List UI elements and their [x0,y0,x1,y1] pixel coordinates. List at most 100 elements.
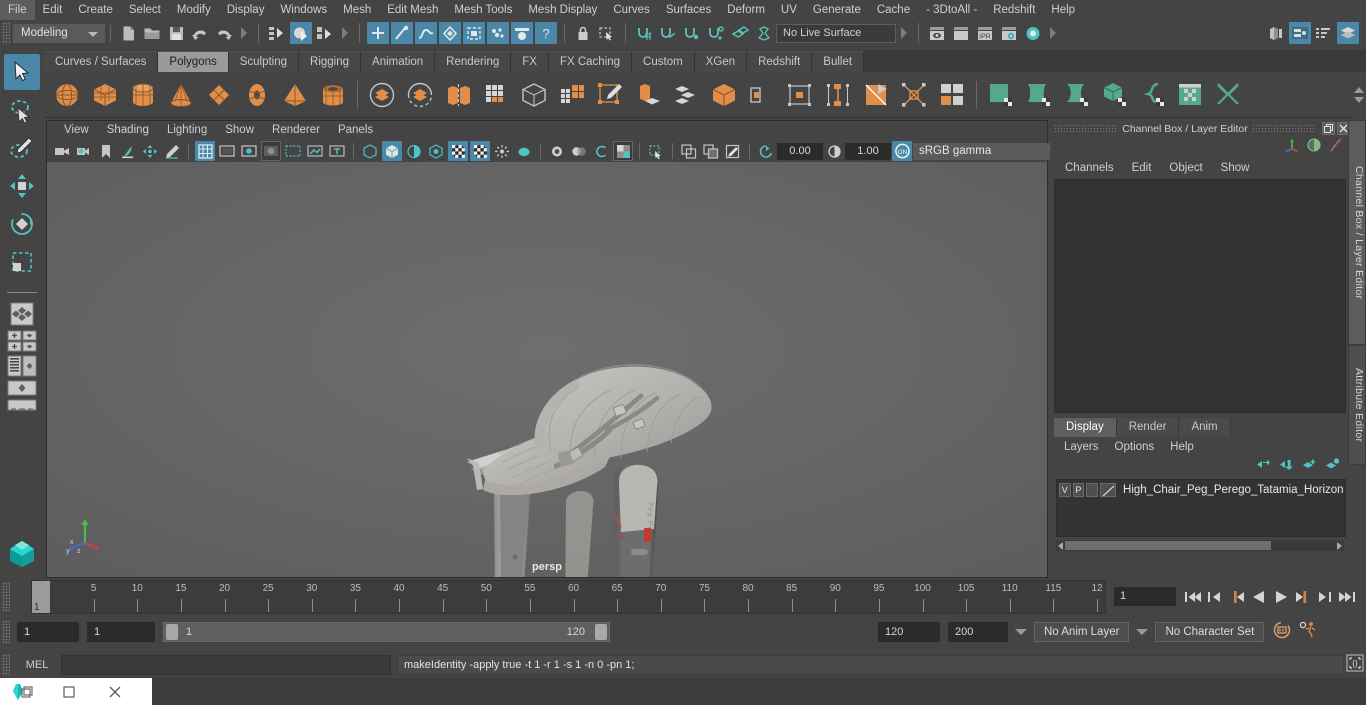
poly-pyramid-icon[interactable] [278,78,312,112]
marquee-select-icon[interactable] [596,22,618,44]
cmdline-grip[interactable] [2,654,10,676]
select-camera-icon[interactable] [52,141,72,161]
playback-options-icon[interactable] [1015,629,1027,635]
restore-icon[interactable] [1322,122,1335,135]
menu-3dtoall[interactable]: - 3DtoAll - [918,0,985,20]
close-window-icon[interactable] [92,678,138,705]
layer-visibility-toggle[interactable]: V [1059,483,1071,497]
shelf-tab-polygons[interactable]: Polygons [158,51,229,72]
select-misc-icon[interactable]: ? [535,22,557,44]
select-curve-icon[interactable] [415,22,437,44]
layer-name[interactable]: High_Chair_Peg_Perego_Tatamia_Horizonta [1118,484,1343,496]
go-to-start-icon[interactable] [1182,580,1204,614]
menu-file[interactable]: File [0,0,35,20]
manipulator-icon[interactable] [1284,137,1300,158]
statusline-expander-4[interactable] [1050,27,1056,39]
menu-redshift[interactable]: Redshift [985,0,1043,20]
statusline-grip[interactable] [2,22,10,44]
scroll-right-icon[interactable] [1337,541,1342,550]
select-surface-icon[interactable] [439,22,461,44]
step-back-key-icon[interactable] [1204,580,1226,614]
maya-app-icon[interactable] [0,678,46,705]
minimize-window-icon[interactable] [46,678,92,705]
rangeslider-grip[interactable] [2,620,10,644]
poly-sphere-icon[interactable] [50,78,84,112]
tab-render[interactable]: Render [1116,418,1180,437]
range-end-time-field[interactable]: 120 [878,622,940,642]
snap-grid-icon[interactable] [633,22,655,44]
viewport-menu-show[interactable]: Show [216,121,263,140]
select-by-hierarchy-icon[interactable] [266,22,288,44]
uv-automatic-icon[interactable] [1098,78,1132,112]
3d-viewport[interactable]: Peg Perego x z y persp [47,162,1047,577]
grid-icon[interactable] [195,141,215,161]
go-to-end-icon[interactable] [1336,580,1358,614]
tool-settings-icon[interactable] [1337,22,1359,44]
scale-tool-icon[interactable] [4,244,40,280]
shelf-tab-redshift[interactable]: Redshift [747,51,813,72]
menu-generate[interactable]: Generate [805,0,869,20]
step-forward-frame-icon[interactable] [1292,580,1314,614]
play-backwards-icon[interactable] [1248,580,1270,614]
animation-preferences-icon[interactable] [1298,620,1318,645]
depth-of-field-icon[interactable] [547,141,567,161]
new-layer-from-selected-icon[interactable] [1325,458,1340,476]
shelf-tab-bullet[interactable]: Bullet [812,51,865,72]
statusline-expander-2[interactable] [342,27,348,39]
poly-bridge-icon[interactable] [745,78,779,112]
extrude-icon[interactable] [631,78,665,112]
snap-projected-icon[interactable] [705,22,727,44]
poly-cone-icon[interactable] [164,78,198,112]
snap-curve-icon[interactable] [657,22,679,44]
statusline-expander-1[interactable] [241,27,247,39]
image-plane-icon[interactable] [118,141,138,161]
range-bar[interactable]: 1 120 [163,622,610,642]
layers-menu[interactable]: Layers [1056,441,1107,453]
shade-flat-icon[interactable] [404,141,424,161]
bevel-icon[interactable] [669,78,703,112]
film-gate-icon[interactable] [217,141,237,161]
snap-view-plane-icon[interactable] [729,22,751,44]
move-layer-up-icon[interactable] [1256,458,1271,476]
new-layer-icon[interactable] [1302,458,1317,476]
menu-modify[interactable]: Modify [169,0,219,20]
resolution-gate-icon[interactable] [239,141,259,161]
attribute-editor-icon[interactable] [1313,22,1335,44]
tab-anim[interactable]: Anim [1179,418,1231,437]
grease-pencil-icon[interactable] [162,141,182,161]
save-scene-icon[interactable] [165,22,187,44]
layer-shading-toggle[interactable] [1086,483,1098,497]
move-layer-down-icon[interactable] [1279,458,1294,476]
isolate-select-icon[interactable] [646,141,666,161]
select-point-icon[interactable] [391,22,413,44]
xray-active-components-icon[interactable] [613,141,633,161]
shelf-tab-xgen[interactable]: XGen [694,51,748,72]
boolean-union-icon[interactable] [365,78,399,112]
sidetab-attribute-editor[interactable]: Attribute Editor [1348,345,1366,465]
smooth-wireframe-icon[interactable] [701,141,721,161]
new-scene-icon[interactable] [117,22,139,44]
menu-edit[interactable]: Edit [35,0,71,20]
append-polygon-icon[interactable] [783,78,817,112]
step-back-frame-icon[interactable] [1226,580,1248,614]
half-circle-icon[interactable] [1306,137,1322,158]
poly-cube-icon[interactable] [88,78,122,112]
select-rendering-icon[interactable] [511,22,533,44]
shadows-icon[interactable] [448,141,468,161]
bookmark-icon[interactable] [96,141,116,161]
toggle-texture-icon[interactable] [723,141,743,161]
shelf-tab-fx[interactable]: FX [511,51,549,72]
color-management-toggle-icon[interactable]: ON [892,141,912,161]
poly-pipe-icon[interactable] [316,78,350,112]
menu-deform[interactable]: Deform [719,0,773,20]
color-management-field[interactable]: sRGB gamma [913,142,1043,160]
undo-icon[interactable] [189,22,211,44]
poly-cube-bevel-icon[interactable] [707,78,741,112]
render-region-icon[interactable] [950,22,972,44]
curve-icon[interactable] [1328,137,1344,158]
menu-uv[interactable]: UV [773,0,805,20]
uv-planar-icon[interactable] [984,78,1018,112]
viewport-menu-lighting[interactable]: Lighting [158,121,216,140]
gate-mask-icon[interactable] [261,141,281,161]
select-dynamic-icon[interactable] [487,22,509,44]
